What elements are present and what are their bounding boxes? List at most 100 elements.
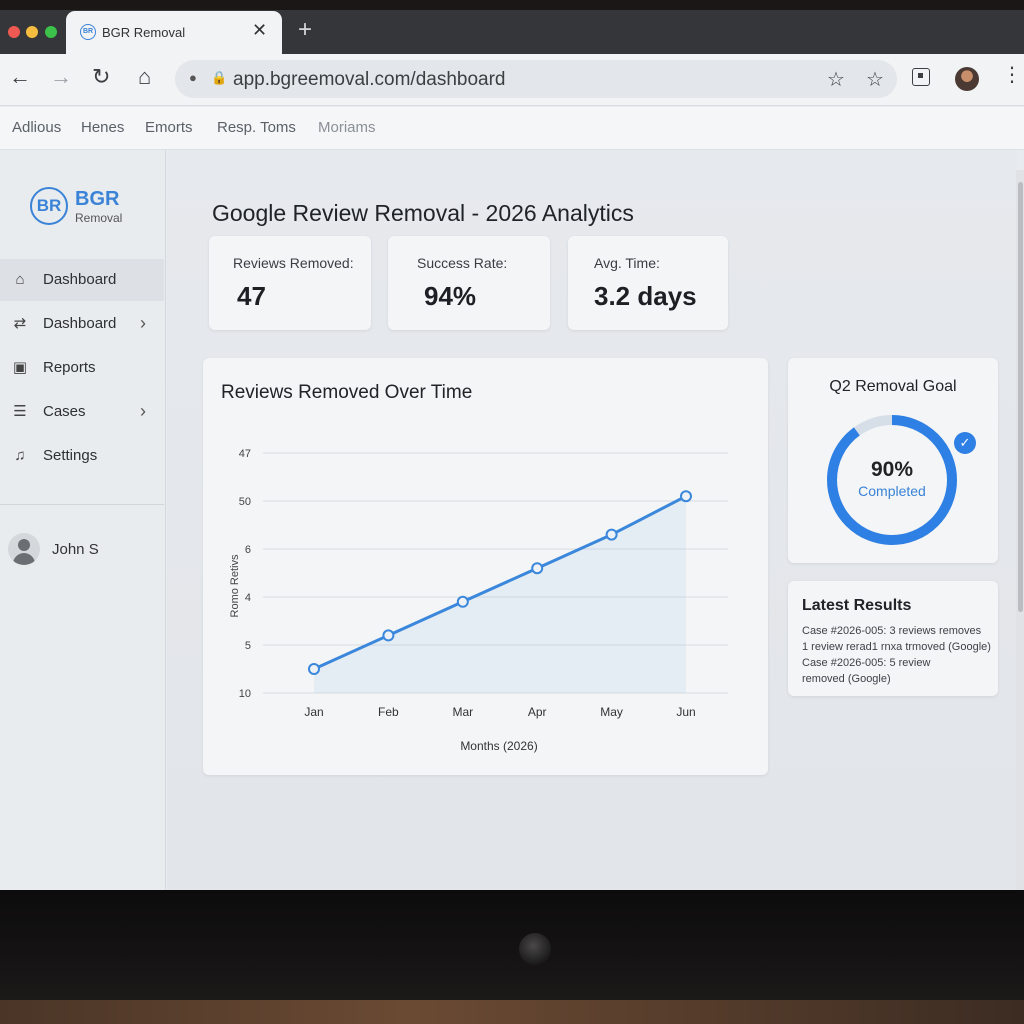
data-point[interactable] (605, 528, 618, 541)
bookmarks-bar: Adlious Henes Emorts Resp. Toms Moriams (0, 107, 1024, 150)
sidebar-item-label: Cases (43, 403, 86, 420)
menu-dots-icon[interactable]: ⋮ (1002, 65, 1022, 85)
tab-title: BGR Removal (102, 25, 186, 40)
favicon-icon: BR (80, 24, 96, 40)
sidebar-item-label: Settings (43, 447, 98, 464)
home-icon[interactable]: ⌂ (138, 66, 151, 88)
home-icon: ⌂ (15, 271, 25, 288)
x-axis-label: Months (2026) (460, 739, 537, 753)
browser-tab[interactable]: BR BGR Removal ✕ (66, 11, 282, 54)
avatar[interactable] (8, 533, 40, 565)
results-title: Latest Results (802, 597, 912, 614)
monitor-bezel-bottom (0, 890, 1024, 1000)
kpi-label: Success Rate: (417, 255, 508, 271)
monitor-bezel-top (0, 0, 1024, 10)
data-point[interactable] (308, 663, 320, 675)
report-icon: ▣ (12, 359, 28, 376)
check-icon: ✓ (954, 432, 976, 454)
data-point[interactable] (680, 490, 692, 503)
sliders-icon: ⇄ (13, 315, 27, 332)
sidebar-item-cases[interactable]: ☰ Cases › (0, 391, 164, 433)
extension-icon[interactable] (912, 68, 930, 86)
screen: BR BGR Removal ✕ + ← → ↻ ⌂ ● 🔒 app.bgree… (0, 10, 1024, 890)
bookmark-item[interactable]: Emorts (145, 119, 193, 136)
minimize-window-button[interactable] (26, 26, 38, 38)
forward-arrow-icon[interactable]: → (50, 66, 72, 88)
chart-card: Reviews Removed Over Time 47 50 6 4 5 10 Jan F… (203, 358, 768, 775)
user-name[interactable]: John S (52, 541, 99, 558)
result-line[interactable]: 1 review rerad1 rnxa trmoved (Google) (802, 641, 991, 653)
bookmark-item[interactable]: Moriams (318, 119, 376, 136)
star-icon[interactable]: ☆ (827, 67, 845, 92)
sidebar: BR BGR Removal ⌂ Dashboard ⇄ Dashboard ›… (0, 150, 166, 890)
y-tick-label: 47 (239, 448, 251, 460)
new-tab-icon[interactable]: + (298, 16, 312, 44)
logo-name: BGR (75, 188, 120, 210)
close-window-button[interactable] (8, 26, 20, 38)
sidebar-item-dashboard[interactable]: ⌂ Dashboard (0, 259, 164, 301)
y-tick-label: 4 (245, 592, 251, 604)
back-arrow-icon[interactable]: ← (9, 66, 31, 88)
x-tick-label: Jun (676, 705, 695, 719)
sidebar-item-dashboard-sub[interactable]: ⇄ Dashboard › (0, 303, 164, 345)
y-axis-label: Romo Retivs (229, 554, 241, 617)
maximize-window-button[interactable] (45, 26, 57, 38)
reload-icon[interactable]: ↻ (92, 66, 110, 88)
bookmark-item[interactable]: Henes (81, 119, 124, 136)
x-tick-label: May (600, 705, 623, 719)
site-info-icon[interactable]: ● (189, 70, 197, 85)
desk-surface (0, 1000, 1024, 1024)
x-tick-label: Mar (452, 705, 473, 719)
chevron-right-icon: › (140, 313, 146, 333)
profile-avatar[interactable] (955, 67, 979, 91)
page-title: Google Review Removal - 2026 Analytics (212, 200, 634, 226)
sidebar-item-reports[interactable]: ▣ Reports (0, 347, 164, 389)
scrollbar-thumb[interactable] (1018, 182, 1023, 612)
logo-icon: BR (30, 187, 68, 225)
goal-card: Q2 Removal Goal 90% Completed ✓ (788, 358, 998, 563)
kpi-value: 3.2 days (594, 281, 697, 311)
bell-icon: ♫ (14, 447, 26, 464)
bookmark-item[interactable]: Adlious (12, 119, 61, 136)
kpi-value: 94% (424, 281, 477, 311)
x-tick-label: Jan (304, 705, 323, 719)
lock-icon: 🔒 (211, 70, 228, 85)
url-text[interactable]: app.bgreemoval.com/dashboard (233, 69, 506, 91)
goal-percent: 90% (870, 458, 914, 481)
kpi-label: Reviews Removed: (233, 255, 354, 271)
bookmark-star-icon[interactable]: ☆ (866, 67, 884, 92)
line-chart: 47 50 6 4 5 10 Jan Feb Mar Apr May Jun Months (202… (229, 448, 728, 753)
sidebar-item-label: Dashboard (43, 271, 117, 288)
webcam-icon (519, 933, 551, 965)
result-line[interactable]: Case #2026-005: 3 reviews removes (802, 625, 981, 637)
data-point[interactable] (531, 562, 544, 575)
data-point[interactable] (456, 595, 469, 608)
logo-subtitle: Removal (75, 211, 123, 225)
data-point[interactable] (382, 629, 395, 642)
goal-status: Completed (858, 483, 926, 499)
y-tick-label: 50 (239, 496, 251, 508)
kpi-card-success-rate: Success Rate: 94% (388, 236, 550, 330)
y-tick-label: 5 (245, 640, 251, 652)
kpi-card-reviews-removed: Reviews Removed: 47 (209, 236, 371, 330)
result-line[interactable]: removed (Google) (802, 673, 891, 685)
y-tick-label: 10 (239, 688, 251, 700)
kpi-value: 47 (237, 281, 266, 311)
x-tick-label: Feb (378, 705, 399, 719)
chevron-right-icon: › (140, 401, 146, 421)
kpi-card-avg-time: Avg. Time: 3.2 days (568, 236, 728, 330)
y-tick-label: 6 (245, 544, 251, 556)
sidebar-divider (0, 504, 164, 505)
kpi-label: Avg. Time: (594, 255, 660, 271)
result-line[interactable]: Case #2026-005: 5 review (802, 657, 930, 669)
browser-toolbar: ← → ↻ ⌂ ● 🔒 app.bgreemoval.com/dashboard… (0, 54, 1024, 106)
sidebar-item-settings[interactable]: ♫ Settings (0, 435, 164, 477)
close-tab-icon[interactable]: ✕ (252, 20, 267, 41)
sidebar-item-label: Dashboard (43, 315, 117, 332)
list-icon: ☰ (13, 403, 27, 420)
x-tick-label: Apr (528, 705, 547, 719)
sidebar-item-label: Reports (43, 359, 96, 376)
address-bar[interactable]: ● 🔒 app.bgreemoval.com/dashboard ☆ ☆ (175, 60, 897, 98)
bookmark-item[interactable]: Resp. Toms (217, 119, 296, 136)
latest-results-card: Latest Results Case #2026-005: 3 reviews… (788, 581, 998, 696)
